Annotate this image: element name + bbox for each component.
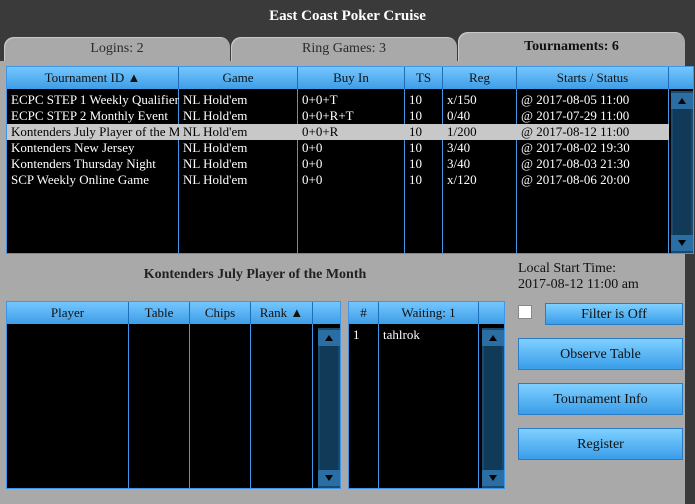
col-header-reg[interactable]: Reg <box>443 67 517 89</box>
waiting-scrollbar[interactable] <box>482 328 504 488</box>
cell-buy-in: 0+0 <box>302 172 323 187</box>
cell-game: NL Hold'em <box>183 156 248 171</box>
cell-game: NL Hold'em <box>183 172 248 187</box>
col-header-table[interactable]: Table <box>129 302 190 324</box>
cell-reg: 0/40 <box>447 108 471 123</box>
tournament-row[interactable]: ECPC STEP 2 Monthly Event NL Hold'em 0+0+R… <box>7 108 669 124</box>
cell-ts: 10 <box>409 92 422 107</box>
cell-buy-in: 0+0+T <box>302 92 338 107</box>
cell-buy-in: 0+0+R <box>302 124 339 139</box>
cell-starts-status: @ 2017-08-06 20:00 <box>521 172 630 187</box>
waiting-list-row[interactable]: 1 tahlrok <box>349 327 479 343</box>
col-divider <box>190 324 251 488</box>
cell-ts: 10 <box>409 172 422 187</box>
cell-game: NL Hold'em <box>183 108 248 123</box>
cell-game: NL Hold'em <box>183 124 248 139</box>
cell-reg: x/150 <box>447 92 477 107</box>
observe-table-button[interactable]: Observe Table <box>518 338 683 370</box>
scroll-track[interactable] <box>673 109 691 235</box>
col-header-spacer <box>313 302 340 324</box>
cell-buy-in: 0+0+R+T <box>302 108 354 123</box>
col-header-waiting[interactable]: Waiting: 1 <box>379 302 479 324</box>
tournament-row[interactable]: Kontenders July Player of the Month NL Ho… <box>7 124 669 140</box>
col-divider <box>349 324 379 488</box>
scroll-down-icon[interactable] <box>318 470 340 486</box>
cell-tournament-id: Kontenders New Jersey <box>11 140 135 155</box>
tournament-row[interactable]: ECPC STEP 1 Weekly Qualifier NL Hold'em 0+… <box>7 92 669 108</box>
filter-button[interactable]: Filter is Off <box>545 303 683 325</box>
selected-tournament-title: Kontenders July Player of the Month <box>143 267 367 282</box>
col-header-ts[interactable]: TS <box>405 67 443 89</box>
cell-ts: 10 <box>409 156 422 171</box>
cell-ts: 10 <box>409 140 422 155</box>
cell-tournament-id: ECPC STEP 1 Weekly Qualifier <box>11 92 179 107</box>
tab-tournaments[interactable]: Tournaments: 6 <box>458 32 685 62</box>
scroll-down-icon[interactable] <box>671 235 693 251</box>
cell-tournament-id: ECPC STEP 2 Monthly Event <box>11 108 168 123</box>
tournament-scrollbar[interactable] <box>671 91 693 253</box>
col-divider <box>251 324 313 488</box>
tournament-row[interactable]: Kontenders Thursday Night NL Hold'em 0+0 10… <box>7 156 669 172</box>
cell-buy-in: 0+0 <box>302 140 323 155</box>
scroll-track[interactable] <box>320 346 338 470</box>
scroll-up-icon[interactable] <box>482 330 504 346</box>
cell-starts-status: @ 2017-08-02 19:30 <box>521 140 630 155</box>
cell-game: NL Hold'em <box>183 140 248 155</box>
window-title: East Coast Poker Cruise <box>269 8 426 24</box>
scroll-up-icon[interactable] <box>318 330 340 346</box>
col-header-tournament-id[interactable]: Tournament ID ▲ <box>7 67 179 89</box>
col-header-rank[interactable]: Rank ▲ <box>251 302 313 324</box>
cell-starts-status: @ 2017-07-29 11:00 <box>521 108 630 123</box>
cell-reg: 1/200 <box>447 124 477 139</box>
col-header-starts-status[interactable]: Starts / Status <box>517 67 669 89</box>
col-header-spacer <box>669 67 693 89</box>
tournament-row[interactable]: SCP Weekly Online Game NL Hold'em 0+0 10 x/1… <box>7 172 669 188</box>
cell-ts: 10 <box>409 108 422 123</box>
cell-reg: 3/40 <box>447 140 471 155</box>
filter-checkbox[interactable] <box>518 305 532 319</box>
local-start-time-value: 2017-08-12 11:00 am <box>518 277 639 292</box>
tournament-info-button[interactable]: Tournament Info <box>518 383 683 415</box>
cell-tournament-id: SCP Weekly Online Game <box>11 172 149 187</box>
scroll-up-icon[interactable] <box>671 93 693 109</box>
tab-logins[interactable]: Logins: 2 <box>4 37 230 61</box>
col-header-buy-in[interactable]: Buy In <box>298 67 405 89</box>
cell-starts-status: @ 2017-08-12 11:00 <box>521 124 630 139</box>
waiting-list-table: # Waiting: 1 1 tahlrok <box>348 301 505 489</box>
cell-game: NL Hold'em <box>183 92 248 107</box>
scroll-down-icon[interactable] <box>482 470 504 486</box>
col-header-number[interactable]: # <box>349 302 379 324</box>
scroll-track[interactable] <box>484 346 502 470</box>
local-start-time-label: Local Start Time: <box>518 261 616 276</box>
col-header-game[interactable]: Game <box>179 67 298 89</box>
cell-tournament-id: Kontenders July Player of the Month <box>11 124 179 139</box>
players-scrollbar[interactable] <box>318 328 340 488</box>
cell-starts-status: @ 2017-08-05 11:00 <box>521 92 630 107</box>
cell-tournament-id: Kontenders Thursday Night <box>11 156 156 171</box>
col-header-spacer <box>479 302 504 324</box>
cell-ts: 10 <box>409 124 422 139</box>
tab-bar: Logins: 2 Ring Games: 3 Tournaments: 6 <box>0 32 695 62</box>
col-divider <box>379 324 479 488</box>
waiting-player-name: tahlrok <box>383 327 420 342</box>
waiting-position: 1 <box>353 327 360 342</box>
col-header-player[interactable]: Player <box>7 302 129 324</box>
register-button[interactable]: Register <box>518 428 683 460</box>
col-divider <box>129 324 190 488</box>
tab-ring-games[interactable]: Ring Games: 3 <box>231 37 457 61</box>
cell-buy-in: 0+0 <box>302 156 323 171</box>
col-header-chips[interactable]: Chips <box>190 302 251 324</box>
cell-reg: 3/40 <box>447 156 471 171</box>
col-divider <box>7 324 129 488</box>
players-table: Player Table Chips Rank ▲ <box>6 301 341 489</box>
tournament-table: Tournament ID ▲ Game Buy In TS Reg Start… <box>6 66 694 254</box>
cell-starts-status: @ 2017-08-03 21:30 <box>521 156 630 171</box>
tournament-row[interactable]: Kontenders New Jersey NL Hold'em 0+0 10 3/40… <box>7 140 669 156</box>
cell-reg: x/120 <box>447 172 477 187</box>
